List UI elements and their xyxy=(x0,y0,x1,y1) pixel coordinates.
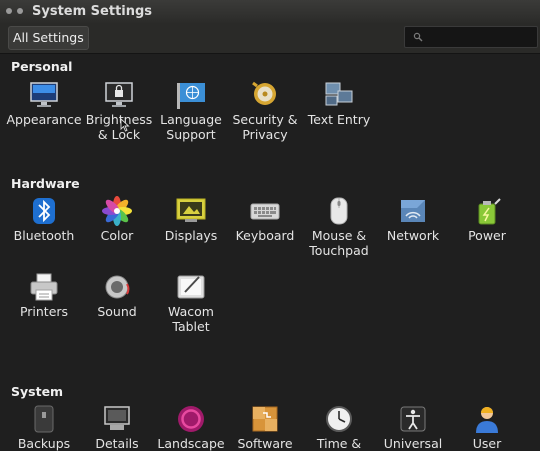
close-window-button[interactable] xyxy=(6,8,12,14)
toolbar: All Settings xyxy=(0,23,540,54)
keyboard-icon xyxy=(250,203,280,220)
item-brightness-lock[interactable]: Brightness & Lock xyxy=(81,80,157,142)
search-icon xyxy=(413,32,423,42)
item-label: Keyboard xyxy=(235,228,295,243)
item-bluetooth[interactable]: Bluetooth xyxy=(6,196,82,243)
power-icon xyxy=(478,198,501,225)
item-label: Sound xyxy=(97,304,137,319)
item-label: Text Entry xyxy=(307,112,371,127)
item-appearance[interactable]: Appearance xyxy=(6,80,82,127)
mouse-pointer-icon xyxy=(120,118,130,132)
item-label: Appearance xyxy=(6,112,82,127)
item-wacom-tablet[interactable]: Wacom Tablet xyxy=(153,272,229,334)
sound-icon xyxy=(105,275,130,299)
user-icon xyxy=(476,407,498,433)
item-label: Color xyxy=(100,228,134,243)
item-power[interactable]: Power xyxy=(449,196,525,243)
section-title-system: System xyxy=(11,384,64,399)
security-icon xyxy=(252,81,276,105)
title-bar: System Settings xyxy=(0,0,540,24)
minimize-window-button[interactable] xyxy=(17,8,23,14)
all-settings-button[interactable]: All Settings xyxy=(8,26,89,50)
item-displays[interactable]: Displays xyxy=(153,196,229,243)
item-printers[interactable]: Printers xyxy=(6,272,82,319)
details-icon xyxy=(104,406,130,430)
universal-access-icon xyxy=(400,406,426,432)
color-icon xyxy=(102,196,132,226)
backups-icon xyxy=(34,405,54,433)
monitor-icon xyxy=(30,82,58,107)
item-keyboard[interactable]: Keyboard xyxy=(227,196,303,243)
search-input[interactable] xyxy=(404,26,538,48)
keyboard-layout-icon xyxy=(325,82,353,106)
item-label: Power xyxy=(468,228,506,243)
tablet-icon xyxy=(177,275,205,299)
item-sound[interactable]: Sound xyxy=(79,272,155,319)
displays-icon xyxy=(176,198,206,222)
bluetooth-icon xyxy=(33,198,55,224)
item-color[interactable]: Color xyxy=(79,196,155,243)
mouse-icon xyxy=(330,197,348,225)
item-label: Printers xyxy=(19,304,69,319)
network-icon xyxy=(401,200,425,222)
lock-monitor-icon xyxy=(105,82,133,107)
item-label: Displays xyxy=(164,228,218,243)
item-label: Brightness & Lock xyxy=(85,112,153,142)
item-label: Language Support xyxy=(160,112,222,142)
section-title-hardware: Hardware xyxy=(11,176,80,191)
item-label: Wacom Tablet xyxy=(168,304,214,334)
item-language-support[interactable]: Language Support xyxy=(153,80,229,142)
item-label: Mouse & Touchpad xyxy=(309,228,369,258)
landscape-icon xyxy=(178,406,204,432)
printer-icon xyxy=(30,273,58,301)
section-title-personal: Personal xyxy=(11,59,73,74)
item-label: Network xyxy=(386,228,440,243)
item-network[interactable]: Network xyxy=(375,196,451,243)
un-flag-icon xyxy=(177,83,205,109)
clock-icon xyxy=(326,406,352,432)
item-security-privacy[interactable]: Security & Privacy xyxy=(227,80,303,142)
item-mouse-touchpad[interactable]: Mouse & Touchpad xyxy=(301,196,377,258)
software-icon xyxy=(252,406,278,432)
item-text-entry[interactable]: Text Entry xyxy=(301,80,377,127)
item-label: Security & Privacy xyxy=(232,112,298,142)
window-title: System Settings xyxy=(32,4,153,19)
item-label: Bluetooth xyxy=(13,228,75,243)
